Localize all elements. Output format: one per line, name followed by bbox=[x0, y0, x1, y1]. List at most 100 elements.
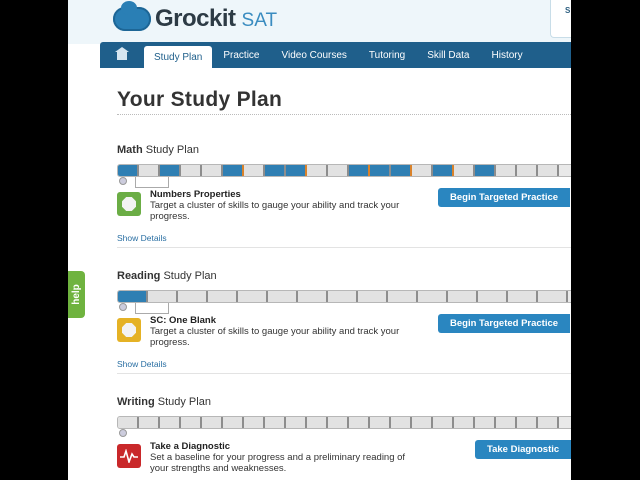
progress-segment bbox=[508, 291, 538, 302]
progress-segment bbox=[148, 291, 178, 302]
take-diagnostic-button[interactable]: Take Diagnostic bbox=[475, 440, 571, 459]
progress-segment bbox=[448, 291, 478, 302]
progress-track bbox=[117, 290, 571, 303]
plan-heading: Reading Study Plan bbox=[117, 270, 217, 282]
progress-segment bbox=[118, 291, 148, 302]
progress-segment bbox=[286, 165, 307, 176]
progress-segment bbox=[265, 165, 286, 176]
tab-study-plan[interactable]: Study Plan bbox=[144, 46, 213, 68]
progress-segment bbox=[496, 417, 517, 428]
progress-segment bbox=[496, 165, 517, 176]
progress-segment bbox=[208, 291, 238, 302]
progress-segment bbox=[160, 417, 181, 428]
account-panel-text: S bbox=[565, 6, 571, 15]
progress-segment bbox=[160, 165, 181, 176]
progress-segment bbox=[517, 165, 538, 176]
help-label: help bbox=[71, 284, 82, 305]
progress-segment bbox=[223, 417, 244, 428]
cloud-icon bbox=[113, 1, 151, 31]
progress-segment bbox=[328, 291, 358, 302]
progress-segment bbox=[265, 417, 286, 428]
help-tab[interactable]: help bbox=[68, 271, 85, 318]
progress-segment bbox=[349, 165, 370, 176]
plan-divider bbox=[117, 247, 571, 248]
progress-segment bbox=[388, 291, 418, 302]
progress-segment bbox=[244, 417, 265, 428]
reading-study-plan: Reading Study Plan SC: One Blank Target … bbox=[117, 270, 571, 374]
progress-segment bbox=[223, 165, 244, 176]
progress-segment bbox=[418, 291, 448, 302]
show-details-link[interactable]: Show Details bbox=[117, 359, 167, 369]
activity-title: SC: One Blank bbox=[150, 315, 216, 326]
progress-segment bbox=[202, 417, 223, 428]
hexagon-icon bbox=[117, 192, 141, 216]
home-tab[interactable] bbox=[100, 42, 144, 68]
progress-segment bbox=[433, 165, 454, 176]
progress-segment bbox=[328, 165, 349, 176]
progress-segment bbox=[349, 417, 370, 428]
activity-title: Numbers Properties bbox=[150, 189, 241, 200]
grockit-logo[interactable]: Grockit SAT bbox=[113, 1, 278, 34]
progress-segment bbox=[307, 165, 328, 176]
progress-segment bbox=[538, 165, 559, 176]
product-name: SAT bbox=[241, 9, 278, 31]
home-icon bbox=[115, 47, 129, 60]
activity-title: Take a Diagnostic bbox=[150, 441, 231, 452]
account-panel[interactable]: S bbox=[550, 0, 571, 38]
progress-segment bbox=[358, 291, 388, 302]
progress-segment bbox=[181, 417, 202, 428]
begin-targeted-practice-button[interactable]: Begin Targeted Practice bbox=[438, 188, 571, 207]
progress-track bbox=[117, 164, 571, 177]
tab-skill-data[interactable]: Skill Data bbox=[416, 42, 480, 68]
tab-history[interactable]: History bbox=[481, 42, 534, 68]
progress-segment bbox=[454, 417, 475, 428]
tab-video-courses[interactable]: Video Courses bbox=[271, 42, 358, 68]
hexagon-icon bbox=[117, 318, 141, 342]
progress-segment bbox=[118, 165, 139, 176]
progress-segment bbox=[202, 165, 223, 176]
progress-bubble bbox=[135, 177, 169, 188]
progress-segment bbox=[538, 417, 559, 428]
progress-segment bbox=[538, 291, 568, 302]
progress-marker bbox=[117, 429, 129, 441]
progress-segment bbox=[181, 165, 202, 176]
brand-name: Grockit bbox=[155, 5, 236, 32]
progress-segment bbox=[328, 417, 349, 428]
main-nav: Study Plan Practice Video Courses Tutori… bbox=[100, 42, 571, 68]
progress-segment bbox=[475, 165, 496, 176]
progress-segment bbox=[433, 417, 454, 428]
progress-segment bbox=[139, 165, 160, 176]
progress-track bbox=[117, 416, 571, 429]
progress-segment bbox=[307, 417, 328, 428]
progress-segment bbox=[412, 417, 433, 428]
progress-segment bbox=[412, 165, 433, 176]
progress-segment bbox=[454, 165, 475, 176]
tab-tutoring[interactable]: Tutoring bbox=[358, 42, 416, 68]
activity-description: Target a cluster of skills to gauge your… bbox=[150, 326, 400, 348]
progress-segment bbox=[238, 291, 268, 302]
pulse-icon bbox=[117, 444, 141, 468]
progress-marker bbox=[117, 303, 129, 315]
progress-segment bbox=[478, 291, 508, 302]
progress-segment bbox=[370, 165, 391, 176]
app-viewport: Grockit SAT S Study Plan Practice Video … bbox=[68, 0, 571, 480]
progress-bubble bbox=[135, 303, 169, 314]
pulse-icon-svg bbox=[120, 449, 138, 463]
progress-segment bbox=[118, 417, 139, 428]
begin-targeted-practice-button[interactable]: Begin Targeted Practice bbox=[438, 314, 571, 333]
progress-segment bbox=[391, 417, 412, 428]
tab-practice[interactable]: Practice bbox=[212, 42, 270, 68]
progress-segment bbox=[298, 291, 328, 302]
title-divider bbox=[117, 114, 571, 115]
plan-heading: Writing Study Plan bbox=[117, 396, 211, 408]
progress-segment bbox=[475, 417, 496, 428]
activity-description: Set a baseline for your progress and a p… bbox=[150, 452, 406, 474]
plan-divider bbox=[117, 373, 571, 374]
progress-segment bbox=[391, 165, 412, 176]
progress-segment bbox=[370, 417, 391, 428]
progress-segment bbox=[244, 165, 265, 176]
show-details-link[interactable]: Show Details bbox=[117, 233, 167, 243]
activity-description: Target a cluster of skills to gauge your… bbox=[150, 200, 400, 222]
writing-study-plan: Writing Study Plan Take a Diagnostic Set… bbox=[117, 396, 571, 474]
progress-marker bbox=[117, 177, 129, 189]
